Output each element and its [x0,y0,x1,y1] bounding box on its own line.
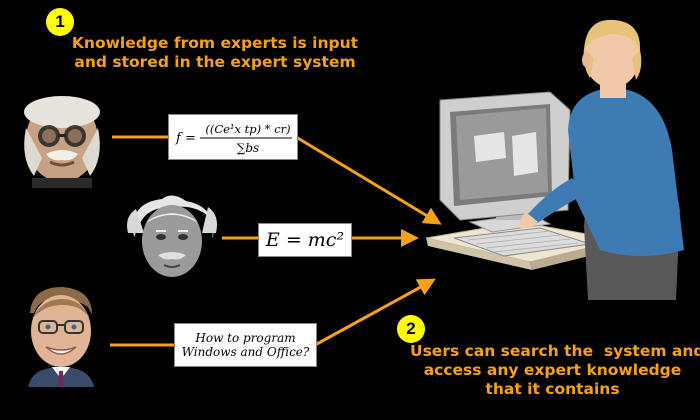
expert-system-diagram: 1 Knowledge from experts is input and st… [0,0,700,420]
older-man-with-glasses-photo [24,96,100,188]
question-line-2: Windows and Office? [181,345,310,359]
formula-card-2: E = mc² [258,223,352,257]
question-line-1: How to program [195,331,296,345]
step-2-number: 2 [406,319,416,338]
question-card-3: How to program Windows and Office? [174,323,317,367]
formula-1-numerator: ((Ce¹x tp) * cr) [205,122,290,136]
step-2-badge: 2 [397,315,425,343]
step-2-caption: Users can search the system and access a… [410,342,700,399]
einstein-photo [127,195,217,277]
step-2-caption-line-1: Users can search the system and [410,342,700,360]
step-2-caption-line-3: that it contains [485,380,620,398]
person-at-computer-illustration [425,19,684,300]
formula-2-text: E = mc² [265,229,345,251]
man-with-glasses-smiling-photo [28,287,94,387]
formula-card-1: f = ((Ce¹x tp) * cr) ∑bs [168,114,298,160]
formula-1-lhs: f = [175,131,196,146]
formula-1-denominator: ∑bs [237,141,259,155]
step-2-caption-line-2: access any expert knowledge [423,361,682,379]
formula-1-svg: f = ((Ce¹x tp) * cr) ∑bs [175,122,292,155]
